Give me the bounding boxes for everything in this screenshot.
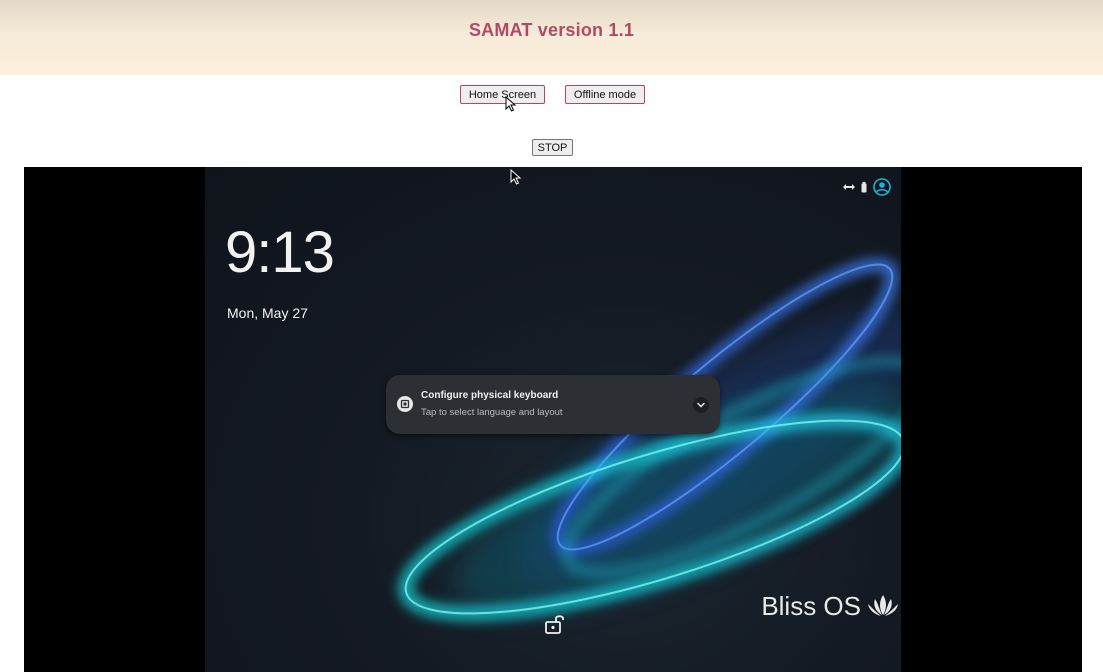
notification-subtitle: Tap to select language and layout — [421, 407, 563, 418]
mouse-cursor-icon — [510, 169, 522, 185]
unlock-icon[interactable] — [544, 613, 566, 635]
stop-button[interactable]: STOP — [532, 139, 573, 156]
connectivity-arrows-icon — [843, 184, 855, 190]
lock-screen-date: Mon, May 27 — [227, 305, 308, 321]
mouse-cursor-icon — [505, 96, 517, 112]
lock-screen-clock: 9:13 — [225, 220, 335, 285]
home-screen-button[interactable]: Home Screen — [460, 85, 545, 104]
status-bar — [843, 178, 891, 196]
chevron-down-icon[interactable] — [693, 397, 709, 413]
battery-icon — [861, 181, 867, 192]
app-title: SAMAT version 1.1 — [468, 20, 635, 40]
notification-title: Configure physical keyboard — [421, 390, 559, 401]
app-header: SAMAT version 1.1 — [0, 0, 1103, 75]
device-lock-screen[interactable]: 9:13 Mon, May 27 Configure physical keyb… — [205, 167, 901, 672]
keyboard-notification[interactable]: Configure physical keyboard Tap to selec… — [386, 375, 720, 434]
device-stream-frame[interactable]: 9:13 Mon, May 27 Configure physical keyb… — [24, 167, 1082, 672]
lotus-logo-icon — [868, 595, 898, 616]
account-icon[interactable] — [873, 178, 891, 196]
bliss-os-wordmark: Bliss OS — [761, 591, 861, 621]
keyboard-settings-icon — [397, 396, 413, 412]
offline-mode-button[interactable]: Offline mode — [565, 85, 645, 104]
